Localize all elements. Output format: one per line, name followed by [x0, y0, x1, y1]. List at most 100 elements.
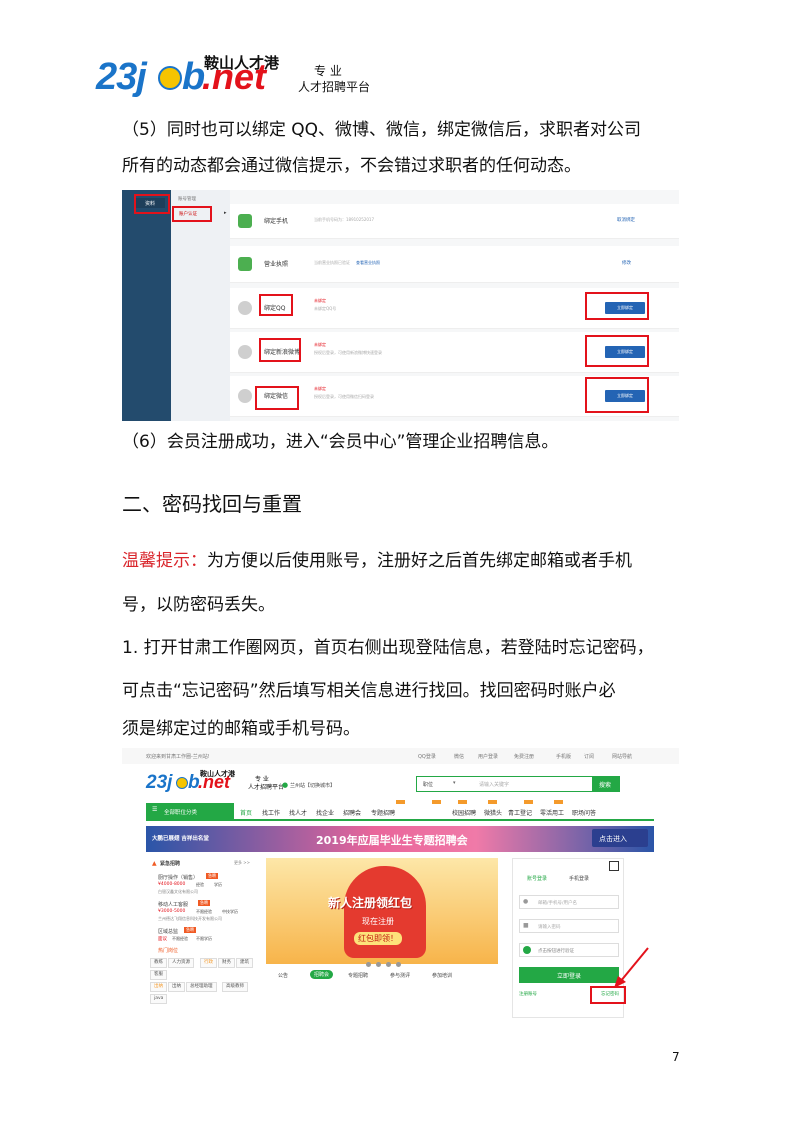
- qq-login-link[interactable]: QQ登录: [418, 753, 436, 760]
- job-exp: 不限经验: [172, 936, 188, 941]
- sidebar: 资料: [122, 190, 171, 421]
- search-input[interactable]: 请输入关键字: [479, 781, 509, 788]
- row-bind-phone: 绑定手机 当前手机号码为：18910252017 取消绑定: [230, 204, 679, 239]
- subscribe-link[interactable]: 订阅: [584, 753, 594, 760]
- tip-line2: 号，以防密码丢失。: [122, 595, 275, 615]
- banner[interactable]: 大鹏已展翅 吉祥出名堂 2019年应届毕业生专题招聘会 点击进入: [146, 826, 654, 852]
- logo-tagline-2: 人才招聘平台: [298, 80, 371, 94]
- username-field[interactable]: ● 邮箱/手机号/用户名: [519, 895, 619, 909]
- register-account-link[interactable]: 注册账号: [519, 991, 537, 997]
- hot-badge: [524, 800, 533, 804]
- unbind-link[interactable]: 取消绑定: [617, 217, 635, 223]
- lock-icon: ■: [523, 922, 529, 929]
- content-tabs: 公告 招聘会 专题招聘 参与测评 参加培训: [266, 970, 498, 982]
- hot-tag[interactable]: 高级教师: [222, 982, 248, 992]
- screenshot-account-binding: 资料 账号管理 账户认证 ▸ 绑定手机 当前手机号码为：18910252017 …: [122, 190, 679, 421]
- nav-item-job-fair[interactable]: 招聘会: [343, 808, 361, 817]
- hot-badge: [458, 800, 467, 804]
- hot-tag[interactable]: 人力资源: [168, 958, 194, 968]
- search-button-label: 搜索: [599, 782, 612, 789]
- hot-tag[interactable]: 总经理助理: [186, 982, 217, 992]
- city-switcher[interactable]: 兰州站【切换城市】: [290, 782, 335, 789]
- login-button[interactable]: 立即登录: [519, 967, 619, 983]
- location-pin-icon: ●: [282, 781, 289, 789]
- job-title[interactable]: 移动人工客服: [158, 901, 188, 908]
- job-title[interactable]: 厨厅操作（销售）: [158, 874, 198, 881]
- row-title: 营业执照: [264, 261, 289, 268]
- status-unbound: 未绑定: [314, 298, 326, 303]
- nav-item-gig[interactable]: 零活用工: [540, 808, 564, 817]
- carousel-dot[interactable]: [396, 962, 401, 967]
- tab-training[interactable]: 参加培训: [432, 972, 452, 979]
- submenu-title: 账号管理: [178, 197, 196, 202]
- search-button[interactable]: 搜索: [592, 776, 620, 792]
- menu-icon: ☰: [152, 806, 158, 813]
- nav-item-headhunter[interactable]: 微猎头: [484, 808, 502, 817]
- tab-special[interactable]: 专题招聘: [348, 972, 368, 979]
- job-exp: 不限经验: [196, 909, 212, 914]
- hot-tag[interactable]: 行政: [200, 958, 217, 968]
- urgent-panel: ▲ 紧急招聘 更多 >> 厨厅操作（销售） 急聘 ¥4000-8000 经验 学…: [146, 858, 258, 1018]
- page-number: 7: [672, 1050, 680, 1064]
- submenu: 账号管理 账户认证 ▸: [171, 190, 230, 421]
- tab-account-login[interactable]: 账号登录: [527, 875, 547, 882]
- captcha-button[interactable]: 点击按钮进行验证: [519, 943, 619, 957]
- tab-job-fair[interactable]: 招聘会: [310, 970, 334, 979]
- header-logo: 23j b .net 鞍山人才港 专 业 人才招聘平台: [96, 54, 396, 104]
- nav-item-qa[interactable]: 职场问答: [572, 808, 596, 817]
- row-business-license: 营业执照 当前营业执照已验证 查看营业执照 修改: [230, 246, 679, 283]
- user-login-link[interactable]: 用户登录: [478, 753, 498, 760]
- carousel-dot[interactable]: [366, 962, 371, 967]
- qrcode-icon[interactable]: [609, 861, 619, 871]
- banner-slogan: 大鹏已展翅 吉祥出名堂: [152, 836, 209, 842]
- hot-tag[interactable]: 出纳: [168, 982, 185, 992]
- hot-tag[interactable]: 财务: [218, 958, 235, 968]
- register-link[interactable]: 免费注册: [514, 753, 534, 760]
- nav-item-find-job[interactable]: 找工作: [262, 808, 280, 817]
- nav-item-special[interactable]: 专题招聘: [371, 808, 395, 817]
- mobile-link[interactable]: 手机版: [556, 753, 571, 760]
- promo-subtitle: 现在注册: [362, 917, 394, 926]
- row-desc: 授权后登录，可使用新浪微博快速登录: [314, 350, 382, 355]
- category-menu-button[interactable]: ☰ 全部职位分类: [146, 803, 234, 819]
- row-desc: 未绑定QQ号: [314, 306, 337, 311]
- wechat-link[interactable]: 微信: [454, 753, 464, 760]
- nav-item-youth-register[interactable]: 青工登记: [508, 808, 532, 817]
- tab-announcement[interactable]: 公告: [278, 972, 288, 979]
- highlight-box-sidebar: [134, 194, 170, 214]
- chevron-down-icon: ▾: [453, 780, 456, 786]
- para-5-line2: 所有的动态都会通过微信提示，不会错过求职者的任何动态。: [122, 156, 581, 176]
- more-link[interactable]: 更多 >>: [234, 860, 250, 866]
- nav-item-home[interactable]: 首页: [240, 808, 252, 817]
- nav-item-find-talent[interactable]: 找人才: [289, 808, 307, 817]
- hot-badge: [432, 800, 441, 804]
- site-nav-link[interactable]: 网站导航: [612, 753, 632, 760]
- hot-tag[interactable]: 教练: [150, 958, 167, 968]
- job-title[interactable]: 区域总监: [158, 928, 178, 935]
- category-menu-label: 全部职位分类: [164, 810, 198, 816]
- section-heading: 二、密码找回与重置: [122, 492, 302, 516]
- tab-assessment[interactable]: 参与测评: [390, 972, 410, 979]
- nav-item-find-company[interactable]: 找企业: [316, 808, 334, 817]
- hot-tag[interactable]: 客服: [150, 970, 167, 980]
- hot-tag[interactable]: 建筑: [236, 958, 253, 968]
- carousel-dot[interactable]: [376, 962, 381, 967]
- modify-link[interactable]: 修改: [622, 260, 631, 266]
- password-field[interactable]: ■ 请输入密码: [519, 919, 619, 933]
- site-logo-cn: 鞍山人才港: [200, 770, 235, 778]
- logo-tagline-1: 专 业: [314, 64, 342, 78]
- banner-enter-button[interactable]: 点击进入: [592, 829, 648, 847]
- promo-banner[interactable]: 新人注册领红包 现在注册 红包即领！: [266, 858, 498, 964]
- carousel-dot[interactable]: [386, 962, 391, 967]
- view-license-link[interactable]: 查看营业执照: [356, 260, 380, 266]
- tab-phone-login[interactable]: 手机登录: [569, 875, 589, 882]
- job-exp: 经验: [196, 882, 204, 887]
- nav-item-campus[interactable]: 校园招聘: [452, 808, 476, 817]
- hot-tag[interactable]: java: [150, 994, 168, 1004]
- search-type-select[interactable]: 职位: [423, 781, 433, 788]
- row-title: 绑定手机: [264, 218, 289, 225]
- password-placeholder: 请输入密码: [538, 925, 561, 930]
- hot-badge: [554, 800, 563, 804]
- hot-positions-title: 热门岗位: [158, 948, 179, 954]
- hot-tag[interactable]: 出纳: [150, 982, 167, 992]
